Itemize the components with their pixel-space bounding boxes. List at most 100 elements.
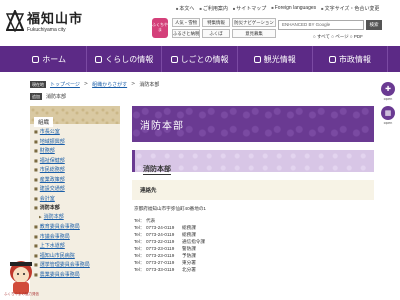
phone-row: Tel： 0773-33-0119 北分署 [134, 266, 374, 273]
phone-number[interactable]: 0773-24-0119 [146, 224, 182, 231]
phone-prefix: Tel： [134, 260, 145, 265]
category-button-popular[interactable]: 人気・雪物 [172, 18, 200, 27]
nav-item-home[interactable]: ホーム [12, 46, 88, 72]
phone-department: 総務課 [182, 232, 196, 237]
link-skip-to-content[interactable]: 本文へ [176, 5, 194, 12]
page-hero: 消防本部 [132, 106, 374, 142]
sidebar-item[interactable]: 産業政策部 [34, 175, 120, 185]
phone-number[interactable]: 0773-27-0119 [146, 259, 182, 266]
sidebar-item[interactable]: 上下水道部 [34, 241, 120, 251]
sidebar-item[interactable]: 市民総務部 [34, 165, 120, 175]
sidebar-item[interactable]: 財務部 [34, 146, 120, 156]
side-icon-label: open [383, 97, 393, 101]
phone-prefix: Tel： [134, 239, 145, 244]
sidebar: 組織 市長公室地域振興部財務部福祉保健部市民総務部産業政策部建設交通部会計室消防… [30, 106, 120, 300]
mascot-caption: ふくちやまの魅力発信 [4, 292, 39, 296]
phone-row: Tel： 0773-23-0119 予防課 [134, 252, 374, 259]
sidebar-item[interactable]: 選挙管理委員会事務局 [34, 260, 120, 270]
city-emblem-icon[interactable] [6, 10, 24, 32]
contact-info: 京都府福知山市字弥仙町40番地の1 Tel： 代表 Tel： 0773-24-0119… [134, 206, 374, 273]
city-name[interactable]: 福知山市 [27, 8, 83, 27]
sidebar-item[interactable]: 消防本部 [34, 213, 120, 223]
link-text-size[interactable]: 文字サイズ・色合い変更 [321, 5, 380, 12]
living-icon [95, 55, 103, 63]
sidebar-item[interactable]: 建設交通部 [34, 184, 120, 194]
section-title: 消防本部 [143, 165, 171, 175]
address-text: 京都府福知山市字弥仙町40番地の1 [134, 206, 206, 211]
category-button-special[interactable]: 特集情報 [202, 18, 230, 27]
sidebar-item[interactable]: 地域振興部 [34, 137, 120, 147]
phone-department: 北分署 [182, 267, 196, 272]
nav-item-label: 市政情報 [338, 54, 371, 64]
breadcrumb-link-org[interactable]: 組織からさがす [92, 81, 127, 88]
phone-row: Tel： 0773-27-0119 東分署 [134, 259, 374, 266]
phone-prefix: Tel： [134, 218, 145, 223]
sidebar-item[interactable]: 福知山市民病院 [34, 251, 120, 261]
featured-badge[interactable]: ふくちやま [152, 18, 168, 38]
phone-row: Tel： 代表 [134, 217, 374, 224]
phone-number[interactable]: 0773-33-0119 [146, 266, 182, 273]
nav-item-tourism[interactable]: 観光情報 [238, 46, 313, 72]
nav-item-label: 観光情報 [263, 54, 296, 64]
phone-prefix: Tel： [134, 246, 145, 251]
nav-item-work[interactable]: しごとの情報 [162, 46, 238, 72]
phone-row: Tel： 0773-24-0119 総務課 [134, 224, 374, 231]
sidebar-heading-box: 組織 [30, 106, 120, 127]
category-button-disaster[interactable]: 防災ナビゲーション [232, 18, 276, 27]
phone-department: 通信指令課 [182, 239, 205, 244]
category-buttons: 人気・雪物 特集情報 防災ナビゲーション ふるさと納税 ふくぼ 意見募集 [172, 18, 276, 38]
phone-number[interactable]: 0773-24-0119 [146, 231, 182, 238]
search-button[interactable]: 検索 [366, 20, 382, 30]
search-scope-radios[interactable]: ○ すべて ○ ページ ○ PDF [313, 34, 363, 40]
search-input[interactable]: ENHANCED BY Google [278, 20, 364, 30]
link-usage-guide[interactable]: ご利用案内 [199, 5, 228, 12]
phone-number[interactable]: 0773-23-0119 [146, 252, 182, 259]
phone-prefix: Tel： [134, 232, 145, 237]
calendar-icon[interactable]: ▦ [381, 106, 395, 120]
nav-item-living[interactable]: くらしの情報 [87, 46, 163, 72]
section-header: 消防本部 [132, 150, 374, 175]
breadcrumb-link-top[interactable]: トップページ [50, 81, 80, 88]
category-button-fukubo[interactable]: ふくぼ [202, 29, 230, 38]
phone-department: 警防課 [182, 246, 196, 251]
breadcrumb: 現在地 トップページ > 組織からさがす > 消防本部 [30, 80, 160, 88]
nav-item-city-info[interactable]: 市政情報 [313, 46, 389, 72]
phone-number[interactable]: 0773-23-0119 [146, 245, 182, 252]
phone-number[interactable]: 代表 [146, 217, 182, 224]
phone-row: Tel： 0773-22-0119 通信指令課 [134, 238, 374, 245]
phone-department: 予防課 [182, 253, 196, 258]
phone-row: Tel： 0773-24-0119 総務課 [134, 231, 374, 238]
utility-links: 本文へ ご利用案内 サイトマップ Foreign languages 文字サイズ… [176, 5, 379, 12]
sidebar-heading: 組織 [34, 117, 54, 127]
share-icon[interactable]: ✚ [381, 82, 395, 96]
phone-list: Tel： 代表 Tel： 0773-24-0119 総務課 Tel： 0773-24-011… [134, 217, 374, 273]
link-sitemap[interactable]: サイトマップ [233, 5, 266, 12]
sidebar-item[interactable]: 会計室 [34, 194, 120, 204]
link-foreign-languages[interactable]: Foreign languages [271, 5, 316, 12]
sidebar-item[interactable]: 消防本部 [34, 203, 120, 213]
nav-item-label: くらしの情報 [105, 54, 154, 64]
phone-prefix: Tel： [134, 253, 145, 258]
sidebar-item[interactable]: 農業委員会事務局 [34, 270, 120, 280]
sidebar-item[interactable]: 教育委員会事務局 [34, 222, 120, 232]
city-name-en: Fukuchiyama city [27, 27, 66, 33]
global-nav: ホーム くらしの情報 しごとの情報 観光情報 市政情報 [0, 46, 400, 72]
phone-number[interactable]: 0773-22-0119 [146, 238, 182, 245]
home-icon [32, 55, 40, 63]
tourism-icon [253, 55, 261, 63]
sidebar-list: 市長公室地域振興部財務部福祉保健部市民総務部産業政策部建設交通部会計室消防本部消… [30, 124, 120, 279]
nav-item-label: ホーム [42, 54, 66, 64]
side-icon-label: open [383, 121, 393, 125]
phone-department: 総務課 [182, 225, 196, 230]
phone-prefix: Tel： [134, 267, 145, 272]
phone-prefix: Tel： [134, 225, 145, 230]
category-button-furusato[interactable]: ふるさと納税 [172, 29, 200, 38]
sidebar-item[interactable]: 福祉保健部 [34, 156, 120, 166]
contact-heading: 連絡先 [132, 180, 374, 200]
phone-department: 東分署 [182, 260, 196, 265]
work-icon [170, 55, 178, 63]
phone-row: Tel： 0773-23-0119 警防課 [134, 245, 374, 252]
category-button-opinion[interactable]: 意見募集 [232, 29, 276, 38]
sidebar-item[interactable]: 市長公室 [34, 127, 120, 137]
sidebar-item[interactable]: 市議会事務局 [34, 232, 120, 242]
